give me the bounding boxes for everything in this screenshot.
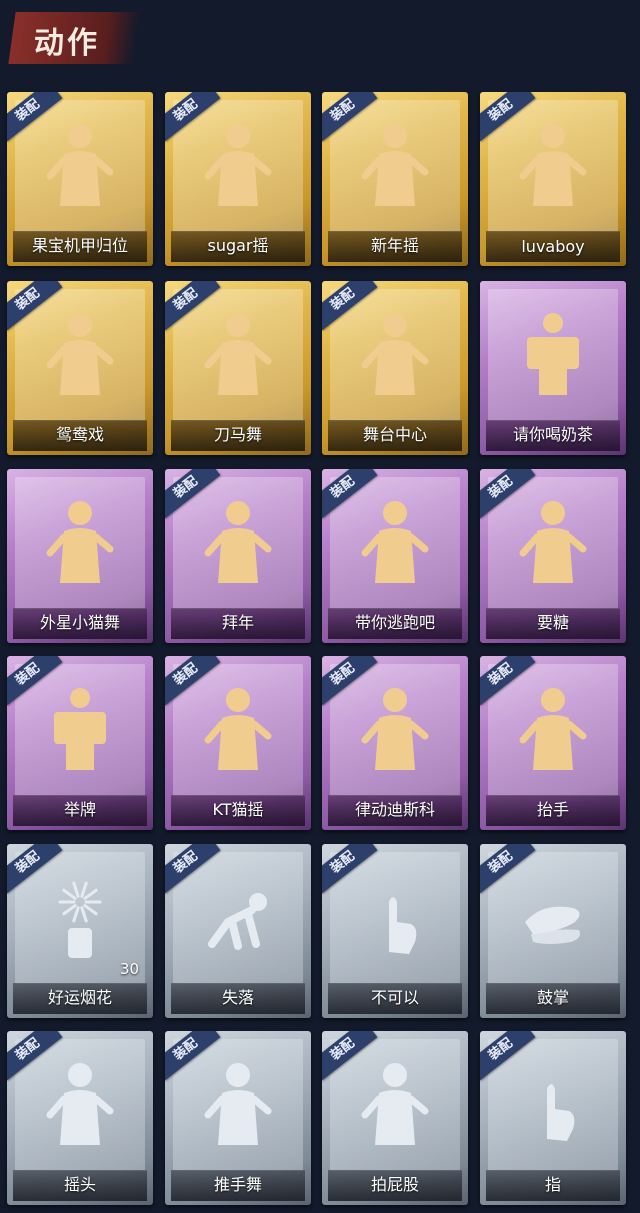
dance-figure-icon xyxy=(46,124,114,206)
point-icon xyxy=(547,1084,575,1141)
emote-card[interactable]: luvaboy 装配 xyxy=(480,92,626,266)
crawl-figure-icon xyxy=(208,893,267,950)
dance-figure-icon xyxy=(204,124,272,206)
emote-card[interactable]: 律动迪斯科 装配 xyxy=(322,656,468,830)
emote-figure xyxy=(198,497,278,587)
emote-card[interactable]: 举牌 装配 xyxy=(7,656,153,830)
emote-name: 新年摇 xyxy=(370,236,419,255)
emote-card[interactable]: 30 好运烟花 装配 xyxy=(7,844,153,1018)
item-count: 30 xyxy=(119,960,139,978)
emote-card[interactable]: 舞台中心 装配 xyxy=(322,281,468,455)
emote-name: 指 xyxy=(544,1175,561,1194)
emote-name: 要糖 xyxy=(536,613,569,632)
emote-name: sugar摇 xyxy=(207,236,269,255)
emote-figure xyxy=(513,497,593,587)
dance-figure-icon xyxy=(204,688,272,770)
emote-card[interactable]: 不可以 装配 xyxy=(322,844,468,1018)
emote-figure xyxy=(355,1059,435,1149)
emote-name: 刀马舞 xyxy=(213,425,262,444)
emote-figure xyxy=(40,497,120,587)
emote-name: 鸳鸯戏 xyxy=(55,425,104,444)
emote-name: 拍屁股 xyxy=(370,1175,419,1194)
emote-card[interactable]: KT猫摇 装配 xyxy=(165,656,311,830)
finger-icon xyxy=(389,897,417,954)
emote-name: 舞台中心 xyxy=(362,425,427,444)
dance-figure-icon xyxy=(361,313,429,395)
emote-name: KT猫摇 xyxy=(212,800,264,819)
emote-figure xyxy=(40,309,120,399)
emote-name: luvaboy xyxy=(521,237,585,256)
emote-figure xyxy=(40,872,120,962)
emote-name: 鼓掌 xyxy=(536,988,569,1007)
emote-figure xyxy=(355,497,435,587)
emote-name: 拜年 xyxy=(221,613,254,632)
emote-name: 推手舞 xyxy=(213,1175,262,1194)
dance-figure-icon xyxy=(361,124,429,206)
emote-card[interactable]: 推手舞 装配 xyxy=(165,1031,311,1205)
clap-icon xyxy=(525,906,580,944)
emote-card[interactable]: 拜年 装配 xyxy=(165,469,311,643)
emote-card[interactable]: sugar摇 装配 xyxy=(165,92,311,266)
emote-card[interactable]: 鼓掌 装配 xyxy=(480,844,626,1018)
emote-name: 果宝机甲归位 xyxy=(31,236,128,255)
bow-figure-icon xyxy=(204,501,272,583)
emote-card[interactable]: 带你逃跑吧 装配 xyxy=(322,469,468,643)
emote-name: 带你逃跑吧 xyxy=(354,613,435,632)
emote-name: 抬手 xyxy=(536,800,569,819)
emote-figure xyxy=(198,120,278,210)
emote-figure xyxy=(198,1059,278,1149)
reach-figure-icon xyxy=(519,501,587,583)
emote-figure xyxy=(198,872,278,962)
dance-figure-icon xyxy=(204,1063,272,1145)
emote-card[interactable]: 外星小猫舞 xyxy=(7,469,153,643)
emote-figure xyxy=(513,684,593,774)
emote-name: 好运烟花 xyxy=(47,988,112,1007)
emote-card[interactable]: 请你喝奶茶 xyxy=(480,281,626,455)
emote-figure xyxy=(513,1059,593,1149)
emote-name: 不可以 xyxy=(370,988,419,1007)
dance-figure-icon xyxy=(361,1063,429,1145)
emote-name: 律动迪斯科 xyxy=(354,800,435,819)
emote-card[interactable]: 失落 装配 xyxy=(165,844,311,1018)
emote-figure xyxy=(40,684,120,774)
emote-figure xyxy=(198,684,278,774)
emote-card[interactable]: 拍屁股 装配 xyxy=(322,1031,468,1205)
sign-figure-icon xyxy=(527,313,579,395)
firework-icon xyxy=(58,881,102,958)
emote-figure xyxy=(355,120,435,210)
emote-card[interactable]: 指装配 xyxy=(480,1031,626,1205)
emote-card[interactable]: 要糖 装配 xyxy=(480,469,626,643)
emote-name: 请你喝奶茶 xyxy=(512,425,593,444)
emote-figure xyxy=(355,309,435,399)
emote-card[interactable]: 刀马舞 装配 xyxy=(165,281,311,455)
emote-figure xyxy=(513,120,593,210)
emote-figure xyxy=(355,684,435,774)
emote-card[interactable]: 新年摇 装配 xyxy=(322,92,468,266)
emote-figure xyxy=(40,1059,120,1149)
emote-grid: 果宝机甲归位 装配 sugar摇 装配 新年摇 装配 luvaboy 装配鸳鸯戏 装配 刀马舞 装配… xyxy=(0,0,640,1213)
emote-card[interactable]: 摇头 装配 xyxy=(7,1031,153,1205)
dance-figure-icon xyxy=(519,124,587,206)
emote-card[interactable]: 果宝机甲归位 装配 xyxy=(7,92,153,266)
emote-figure xyxy=(355,872,435,962)
emote-name: 失落 xyxy=(221,988,254,1007)
dance-figure-icon xyxy=(46,313,114,395)
dance-figure-icon xyxy=(46,1063,114,1145)
dance-figure-icon xyxy=(46,501,114,583)
emote-name: 外星小猫舞 xyxy=(39,613,120,632)
dance-figure-icon xyxy=(204,313,272,395)
reach-figure-icon xyxy=(519,688,587,770)
dance-figure-icon xyxy=(361,688,429,770)
emote-figure xyxy=(40,120,120,210)
emote-figure xyxy=(513,309,593,399)
emote-figure xyxy=(198,309,278,399)
emote-figure xyxy=(513,872,593,962)
dance-figure-icon xyxy=(361,501,429,583)
emote-name: 摇头 xyxy=(63,1175,96,1194)
sign-figure-icon xyxy=(54,688,106,770)
emote-card[interactable]: 抬手 装配 xyxy=(480,656,626,830)
emote-name: 举牌 xyxy=(63,800,96,819)
emote-card[interactable]: 鸳鸯戏 装配 xyxy=(7,281,153,455)
